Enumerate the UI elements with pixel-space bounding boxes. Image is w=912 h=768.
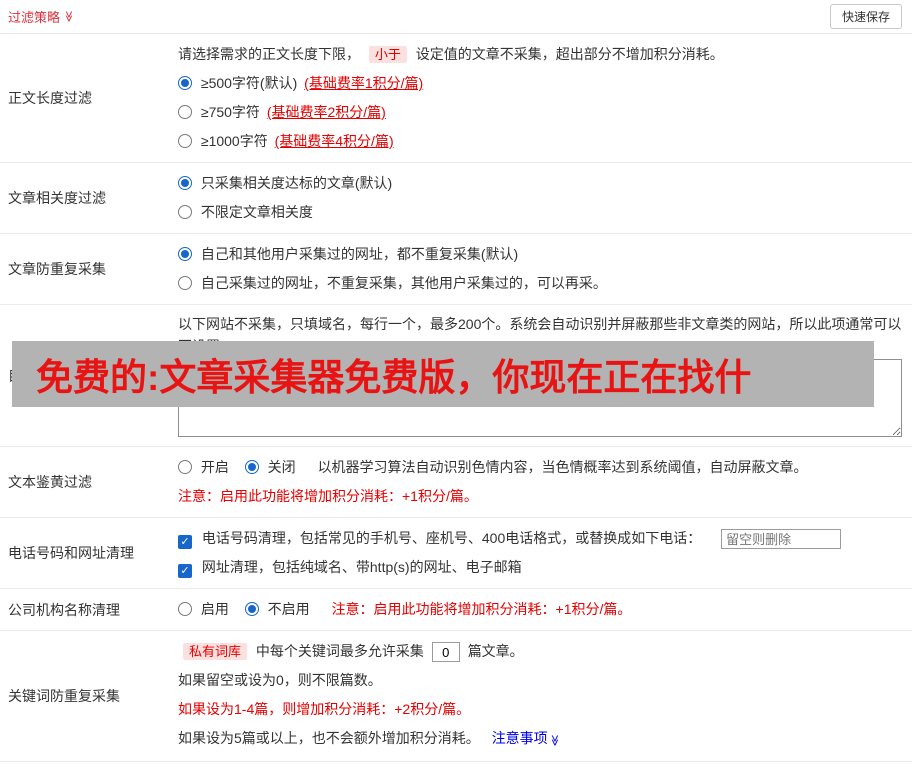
radio-option-relevance-any[interactable]: 不限定文章相关度 — [178, 198, 902, 227]
radio-icon — [178, 460, 192, 474]
keyword-dedup-warning: 如果设为1-4篇，则增加积分消耗：+2积分/篇。 — [178, 695, 902, 724]
notes-link[interactable]: 注意事项≫ — [492, 730, 560, 746]
quick-save-button[interactable]: 快速保存 — [830, 4, 902, 29]
radio-icon — [178, 105, 192, 119]
radio-icon — [178, 276, 192, 290]
row-dedup-filter: 文章防重复采集 自己和其他用户采集过的网址，都不重复采集(默认) 自己采集过的网… — [0, 234, 912, 305]
porn-filter-desc: 以机器学习算法自动识别色情内容，当色情概率达到系统阈值，自动屏蔽文章。 — [318, 459, 808, 475]
keyword-dedup-line4: 如果设为5篇或以上，也不会额外增加积分消耗。 — [178, 730, 480, 746]
section-title[interactable]: 过滤策略 ≫ — [8, 7, 75, 26]
row-keyword-dedup: 关键词防重复采集 私有词库 中每个关键词最多允许采集 篇文章。 如果留空或设为0… — [0, 631, 912, 762]
dedup-filter-label: 文章防重复采集 — [0, 234, 178, 304]
rate-note: (基础费率1积分/篇) — [304, 75, 423, 91]
rate-note: (基础费率2积分/篇) — [267, 104, 386, 120]
radio-option-dedup-all-users[interactable]: 自己和其他用户采集过的网址，都不重复采集(默认) — [178, 240, 902, 269]
radio-option-company-on[interactable]: 启用 — [178, 601, 233, 617]
length-filter-label: 正文长度过滤 — [0, 34, 178, 162]
radio-option-500-chars[interactable]: ≥500字符(默认) (基础费率1积分/篇) — [178, 69, 902, 98]
keyword-count-input[interactable] — [432, 642, 460, 662]
intro-text-pre: 请选择需求的正文长度下限， — [178, 46, 360, 62]
row-phone-url-clean: 电话号码和网址清理 电话号码清理，包括常见的手机号、座机号、400电话格式，或替… — [0, 518, 912, 589]
replacement-phone-input[interactable] — [721, 529, 841, 549]
row-length-filter: 正文长度过滤 请选择需求的正文长度下限， 小于 设定值的文章不采集，超出部分不增… — [0, 34, 912, 163]
phone-url-clean-label: 电话号码和网址清理 — [0, 518, 178, 588]
less-than-tag: 小于 — [369, 46, 407, 63]
radio-icon — [178, 76, 192, 90]
watermark-banner: 免费的:文章采集器免费版，你现在正在找什 — [12, 341, 874, 407]
porn-filter-warning: 注意：启用此功能将增加积分消耗：+1积分/篇。 — [178, 482, 902, 511]
length-filter-intro: 请选择需求的正文长度下限， 小于 设定值的文章不采集，超出部分不增加积分消耗。 — [178, 40, 902, 69]
porn-filter-label: 文本鉴黄过滤 — [0, 447, 178, 517]
chevron-down-icon: ≫ — [539, 735, 568, 747]
relevance-filter-label: 文章相关度过滤 — [0, 163, 178, 233]
checkbox-phone-clean[interactable]: 电话号码清理，包括常见的手机号、座机号、400电话格式，或替换成如下电话： — [178, 530, 705, 546]
intro-text-post: 设定值的文章不采集，超出部分不增加积分消耗。 — [416, 46, 724, 62]
radio-icon — [178, 176, 192, 190]
radio-icon — [178, 205, 192, 219]
radio-option-relevance-default[interactable]: 只采集相关度达标的文章(默认) — [178, 169, 902, 198]
radio-option-dedup-self-only[interactable]: 自己采集过的网址，不重复采集，其他用户采集过的，可以再采。 — [178, 269, 902, 298]
keyword-dedup-label: 关键词防重复采集 — [0, 631, 178, 761]
company-clean-label: 公司机构名称清理 — [0, 589, 178, 630]
row-porn-filter: 文本鉴黄过滤 开启 关闭 以机器学习算法自动识别色情内容，当色情概率达到系统阈值… — [0, 447, 912, 518]
topbar: 过滤策略 ≫ 快速保存 — [0, 0, 912, 34]
radio-icon — [245, 460, 259, 474]
radio-option-porn-off[interactable]: 关闭 — [245, 459, 300, 475]
radio-option-1000-chars[interactable]: ≥1000字符 (基础费率4积分/篇) — [178, 127, 902, 156]
private-thesaurus-tag: 私有词库 — [183, 643, 247, 660]
radio-option-company-off[interactable]: 不启用 — [245, 601, 314, 617]
keyword-dedup-line2: 如果留空或设为0，则不限篇数。 — [178, 666, 902, 695]
checkbox-checked-icon — [178, 564, 192, 578]
checkbox-url-clean[interactable]: 网址清理，包括纯域名、带http(s)的网址、电子邮箱 — [178, 559, 522, 575]
row-relevance-filter: 文章相关度过滤 只采集相关度达标的文章(默认) 不限定文章相关度 — [0, 163, 912, 234]
rate-note: (基础费率4积分/篇) — [275, 133, 394, 149]
radio-icon — [178, 247, 192, 261]
radio-icon — [178, 134, 192, 148]
radio-option-750-chars[interactable]: ≥750字符 (基础费率2积分/篇) — [178, 98, 902, 127]
row-company-clean: 公司机构名称清理 启用 不启用 注意：启用此功能将增加积分消耗：+1积分/篇。 — [0, 589, 912, 631]
chevron-down-icon: ≫ — [62, 11, 75, 23]
radio-icon — [245, 602, 259, 616]
checkbox-checked-icon — [178, 535, 192, 549]
radio-icon — [178, 602, 192, 616]
company-clean-warning: 注意：启用此功能将增加积分消耗：+1积分/篇。 — [332, 601, 632, 617]
page-title: 过滤策略 — [8, 7, 60, 26]
radio-option-porn-on[interactable]: 开启 — [178, 459, 233, 475]
